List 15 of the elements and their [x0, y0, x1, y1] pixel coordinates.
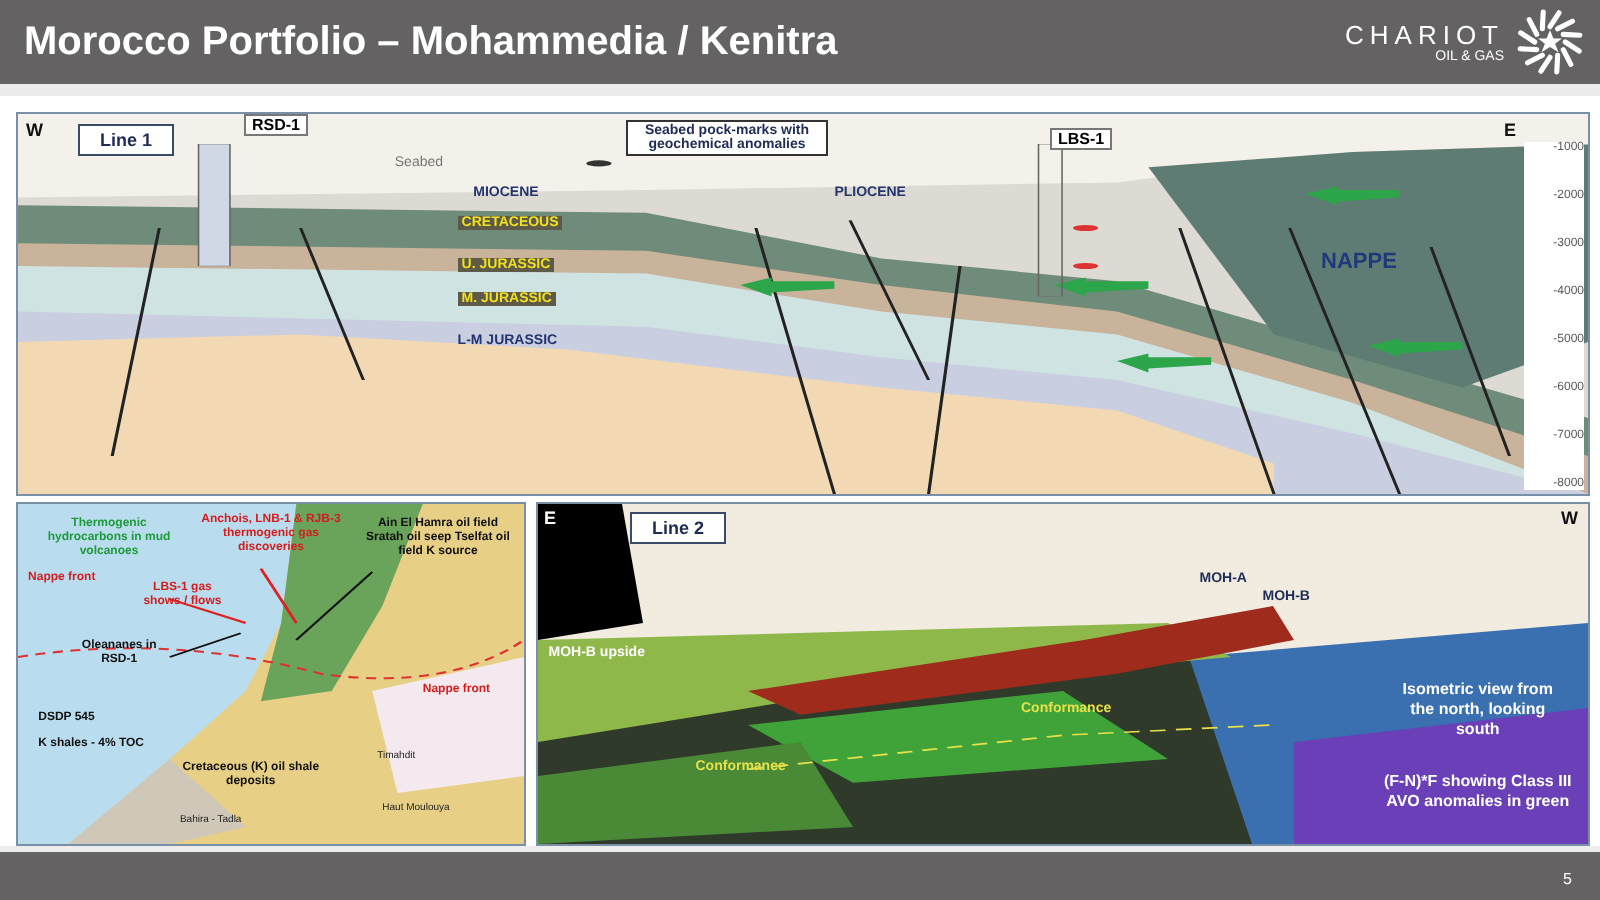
- seismic-annotation: Isometric view from the north, looking south: [1400, 680, 1555, 741]
- formation-label: NAPPE: [1321, 250, 1397, 275]
- well-label: LBS-1: [1050, 128, 1113, 150]
- direction-label: W: [26, 120, 43, 140]
- seismic-annotation: (F-N)*F showing Class III AVO anomalies in green: [1381, 772, 1574, 813]
- well-label: RSD-1: [244, 114, 309, 136]
- line-label: Line 1: [78, 124, 175, 156]
- slide-title: Morocco Portfolio – Mohammedia / Kenitra: [24, 19, 838, 65]
- logo-name: CHARIOT: [1345, 20, 1504, 50]
- direction-label: W: [1561, 508, 1578, 528]
- direction-label: E: [1503, 120, 1516, 140]
- direction-label: E: [544, 508, 557, 528]
- page-number: 5: [1563, 870, 1572, 888]
- line-label: Line 2: [630, 512, 727, 544]
- sunburst-logo-icon: [1516, 8, 1584, 76]
